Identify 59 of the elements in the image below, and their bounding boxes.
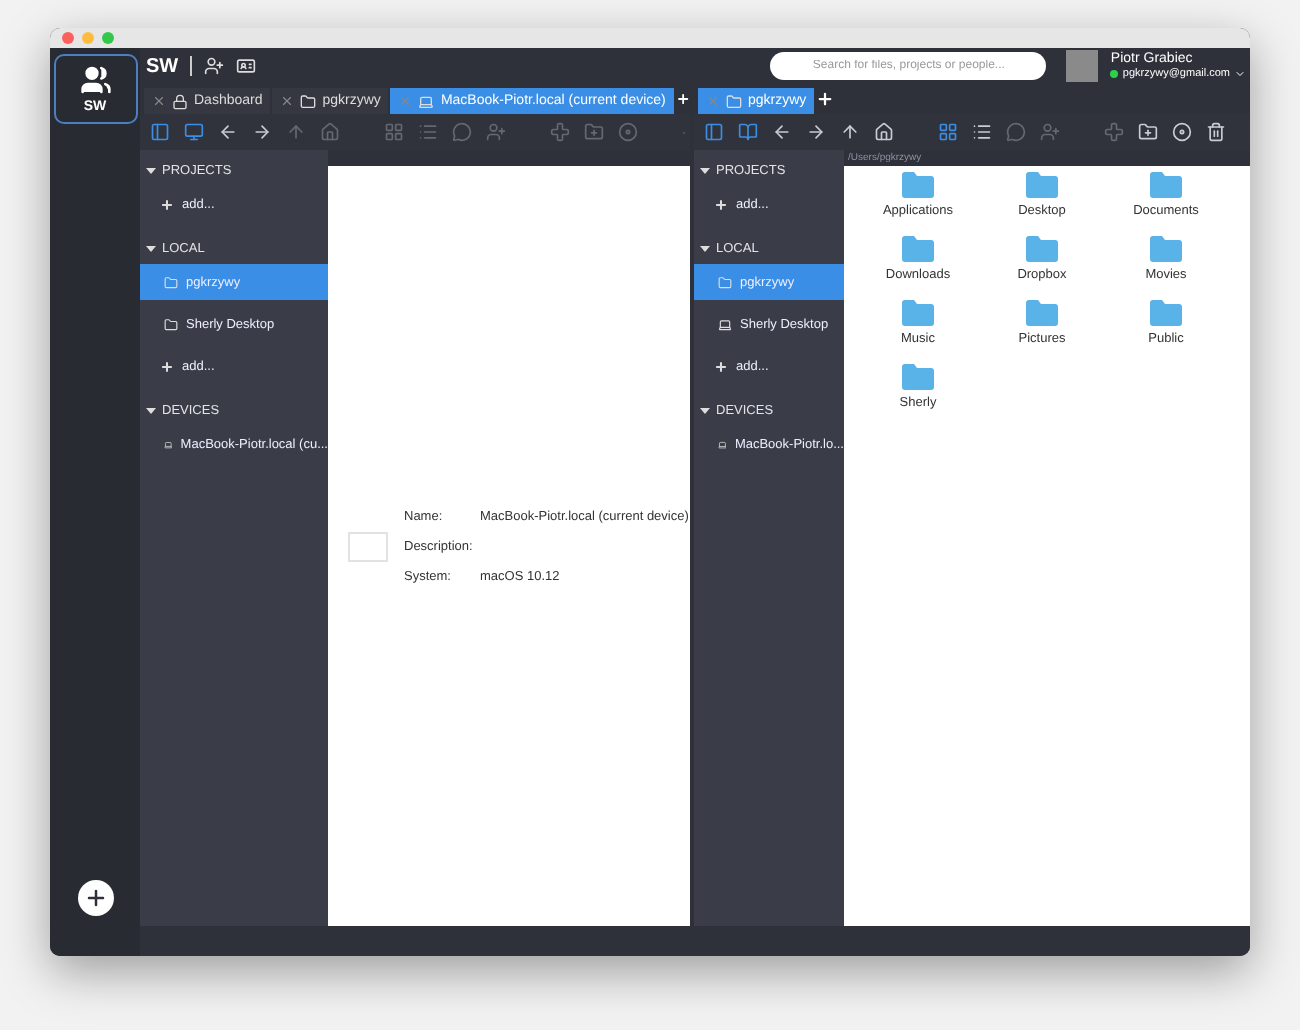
people-icon: [79, 64, 111, 96]
grid-view-icon[interactable]: [938, 122, 958, 142]
folder-icon: [1150, 236, 1182, 262]
laptop-icon: [718, 317, 732, 331]
plus-icon: [160, 359, 174, 373]
book-icon[interactable]: [738, 122, 758, 142]
folder-icon: [902, 236, 934, 262]
plus-icon: [714, 359, 728, 373]
folder-icon: [902, 172, 934, 198]
user-add-icon[interactable]: [204, 56, 225, 76]
folder-icon: [300, 93, 317, 109]
laptop-icon: [164, 437, 173, 451]
caret-icon[interactable]: [1234, 68, 1246, 80]
forward-arrow-icon[interactable]: [806, 122, 826, 142]
caret-icon: [146, 165, 156, 175]
lock-icon: [172, 93, 188, 109]
close-icon[interactable]: [152, 94, 166, 108]
plus-icon: [160, 197, 174, 211]
forward-arrow-icon[interactable]: [252, 122, 272, 142]
caret-icon: [700, 405, 710, 415]
thumbnail-placeholder: [348, 531, 388, 561]
plus-icon: [83, 886, 107, 910]
laptop-icon: [718, 437, 727, 451]
caret-icon: [146, 243, 156, 253]
back-arrow-icon[interactable]: [218, 122, 238, 142]
caret-icon: [700, 165, 710, 175]
folder-icon: [718, 275, 732, 289]
back-arrow-icon[interactable]: [772, 122, 792, 142]
app-title: SW: [146, 55, 179, 77]
folder-icon: [902, 364, 934, 390]
laptop-icon: [418, 93, 435, 109]
add-tab-icon[interactable]: [816, 90, 835, 108]
circle-icon[interactable]: [1172, 122, 1192, 142]
caret-icon: [146, 405, 156, 415]
folder-icon: [1150, 172, 1182, 198]
folder-icon: [164, 317, 178, 331]
folder-icon: [726, 93, 742, 109]
sidebar-icon[interactable]: [704, 122, 724, 142]
folder-icon: [1026, 300, 1058, 326]
folder-icon: [1026, 172, 1058, 198]
add-button[interactable]: [77, 880, 113, 916]
trash-icon[interactable]: [1206, 122, 1226, 142]
monitor-icon[interactable]: [184, 122, 204, 142]
folder-plus-icon[interactable]: [1138, 122, 1158, 142]
close-icon[interactable]: [280, 94, 295, 108]
avatar-placeholder: [1066, 50, 1099, 82]
up-arrow-icon[interactable]: [840, 122, 860, 142]
id-card-icon[interactable]: [236, 56, 257, 76]
close-window-icon[interactable]: [62, 32, 74, 44]
caret-icon: [700, 243, 710, 253]
sidebar-icon[interactable]: [150, 122, 170, 142]
folder-icon: [164, 275, 178, 289]
list-view-icon[interactable]: [972, 122, 992, 142]
plus-icon: [714, 197, 728, 211]
home-icon[interactable]: [874, 122, 894, 142]
folder-icon: [1026, 236, 1058, 262]
folder-icon: [1150, 300, 1182, 326]
add-tab-icon[interactable]: [675, 90, 690, 108]
folder-icon: [902, 300, 934, 326]
